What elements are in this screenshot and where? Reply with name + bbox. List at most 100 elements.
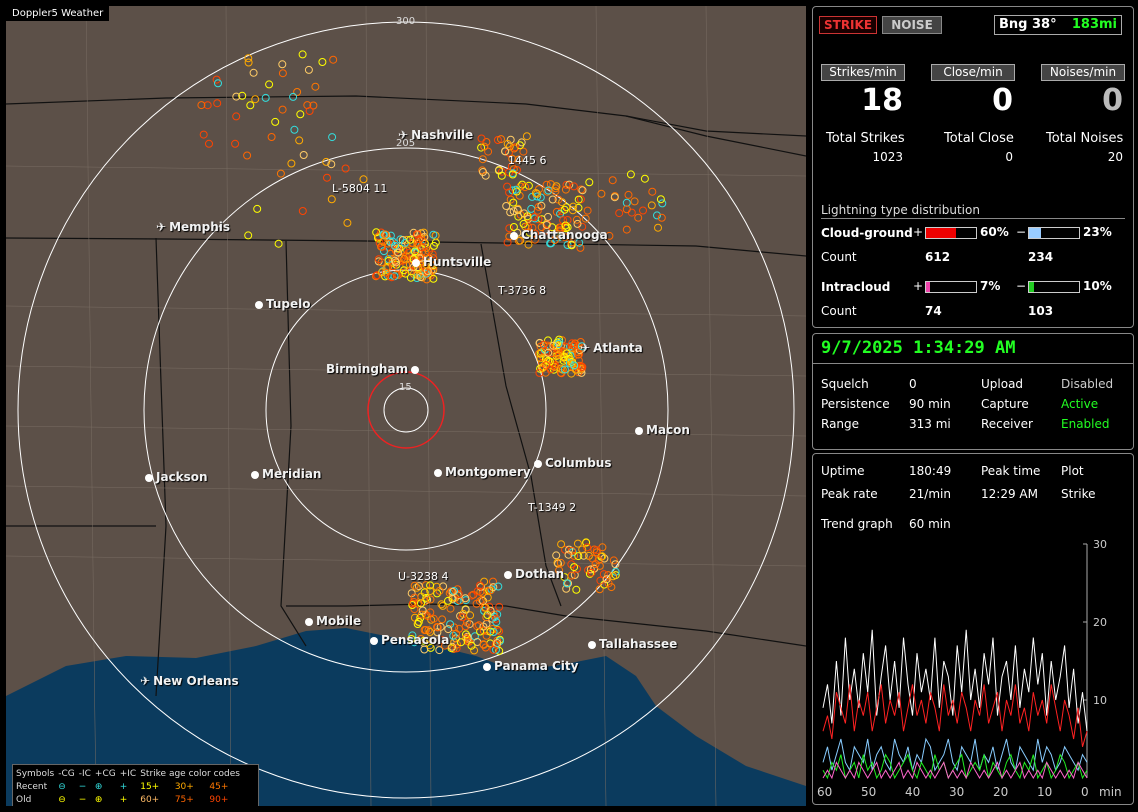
x-tick-label: 20: [993, 785, 1008, 799]
x-tick-label: 10: [1037, 785, 1052, 799]
state-borders: [6, 95, 806, 697]
storm-label[interactable]: U-3238 4: [398, 570, 449, 583]
strike-marker: [494, 582, 503, 591]
city-montgomery[interactable]: Montgomery: [434, 465, 531, 479]
city-atlanta[interactable]: ✈ Atlanta: [580, 341, 643, 355]
noise-mode-button[interactable]: NOISE: [882, 16, 942, 34]
cg-neg-bar-fill: [1029, 228, 1041, 238]
strike-marker: [522, 132, 531, 141]
city-dot-icon: [305, 617, 313, 626]
trend-value[interactable]: 60 min: [909, 517, 951, 531]
map-canvas[interactable]: [6, 6, 806, 806]
strike-marker: [243, 151, 252, 160]
strike-marker: [597, 189, 606, 198]
city-dot-icon: [434, 468, 442, 477]
age-old-2: 75+: [174, 794, 194, 805]
city-dot-icon: [504, 570, 512, 579]
strike-marker: [627, 208, 636, 217]
x-tick-label: 50: [861, 785, 876, 799]
trend-series-1: [822, 684, 1088, 747]
city-dot-icon: [534, 459, 542, 468]
strike-marker: [318, 58, 327, 66]
strike-marker: [527, 204, 536, 213]
range-label: Range: [821, 417, 860, 431]
strike-marker: [249, 68, 258, 77]
legend-old-label: Old: [16, 794, 32, 805]
city-dot-icon: [370, 636, 378, 645]
strike-marker: [524, 240, 533, 249]
capture-value: Active: [1061, 397, 1099, 411]
strike-marker: [296, 110, 305, 119]
strike-marker: [656, 195, 665, 204]
city-chattanooga[interactable]: Chattanooga: [510, 228, 608, 242]
age-recent-2: 30+: [174, 781, 194, 792]
city-macon[interactable]: Macon: [635, 423, 690, 437]
plot-label: Plot: [1061, 464, 1084, 478]
city-new-orleans[interactable]: ✈ New Orleans: [140, 674, 239, 688]
strike-marker: [305, 107, 314, 115]
strike-marker: [569, 182, 578, 191]
strike-marker: [561, 185, 570, 194]
strike-marker: [654, 223, 662, 232]
noises-per-min-header[interactable]: Noises/min: [1041, 64, 1125, 81]
strike-marker: [630, 197, 639, 206]
strike-marker: [557, 540, 566, 549]
strike-marker: [455, 624, 464, 633]
ring-label-15: 15: [399, 382, 412, 393]
strike-marker: [265, 80, 274, 89]
ic-pos-pct: 7%: [980, 279, 1001, 293]
capture-label: Capture: [981, 397, 1029, 411]
city-memphis[interactable]: ✈ Memphis: [156, 220, 230, 234]
strike-marker: [561, 342, 570, 351]
strike-marker: [582, 538, 591, 547]
pos-ic-old-symbol-icon: +: [119, 794, 128, 805]
city-dothan[interactable]: Dothan: [504, 567, 564, 581]
strike-mode-button[interactable]: STRIKE: [819, 16, 877, 34]
city-dot-icon: [255, 300, 263, 309]
lightning-map[interactable]: Doppler5 Weather 300 205 15 ✈ Nashville ✈…: [6, 6, 806, 806]
plot-value[interactable]: Strike: [1061, 487, 1096, 501]
range-value: 313 mi: [909, 417, 951, 431]
city-nashville[interactable]: ✈ Nashville: [398, 128, 473, 142]
city-birmingham[interactable]: Birmingham: [326, 362, 422, 376]
strike-marker: [290, 125, 299, 134]
strike-marker: [502, 202, 511, 210]
ic-count-label: Count: [821, 304, 857, 318]
storm-label[interactable]: L-5804 11: [332, 182, 387, 195]
receiver-value: Enabled: [1061, 417, 1110, 431]
strike-marker: [244, 58, 253, 67]
strikes-per-min-header[interactable]: Strikes/min: [821, 64, 905, 81]
strike-marker: [287, 159, 296, 168]
strike-marker: [311, 82, 320, 91]
close-per-min-header[interactable]: Close/min: [931, 64, 1015, 81]
city-tallahassee[interactable]: Tallahassee: [588, 637, 677, 651]
strike-marker: [484, 147, 493, 156]
strike-marker: [446, 604, 455, 613]
strikes-per-min-value: 18: [861, 83, 903, 118]
strike-marker: [231, 139, 240, 148]
city-pensacola[interactable]: Pensacola: [370, 633, 449, 647]
age-old-1: 60+: [140, 794, 160, 805]
city-mobile[interactable]: Mobile: [305, 614, 361, 628]
storm-label[interactable]: T-1349 2: [528, 501, 576, 514]
cloud-ground-label: Cloud-ground: [821, 226, 913, 240]
upload-value: Disabled: [1061, 377, 1114, 391]
cg-count-label: Count: [821, 250, 857, 264]
storm-label[interactable]: 1445 6: [508, 154, 547, 167]
total-close-value: 0: [1005, 150, 1013, 164]
ic-pos-bar: [925, 281, 977, 293]
city-columbus[interactable]: Columbus: [534, 456, 612, 470]
city-huntsville[interactable]: Huntsville: [412, 255, 491, 269]
storm-label[interactable]: T-3736 8: [498, 284, 546, 297]
cg-pos-count: 612: [925, 250, 951, 264]
city-panama-city[interactable]: Panama City: [483, 659, 578, 673]
neg-cg-symbol-icon: ⊖: [58, 781, 66, 792]
city-meridian[interactable]: Meridian: [251, 467, 321, 481]
ic-neg-count: 103: [1028, 304, 1054, 318]
strike-marker: [323, 173, 331, 182]
y-tick-label: 10: [1093, 694, 1107, 707]
strike-marker: [544, 212, 552, 221]
city-jackson[interactable]: Jackson: [145, 470, 208, 484]
city-tupelo[interactable]: Tupelo: [255, 297, 311, 311]
strike-marker: [574, 552, 583, 561]
